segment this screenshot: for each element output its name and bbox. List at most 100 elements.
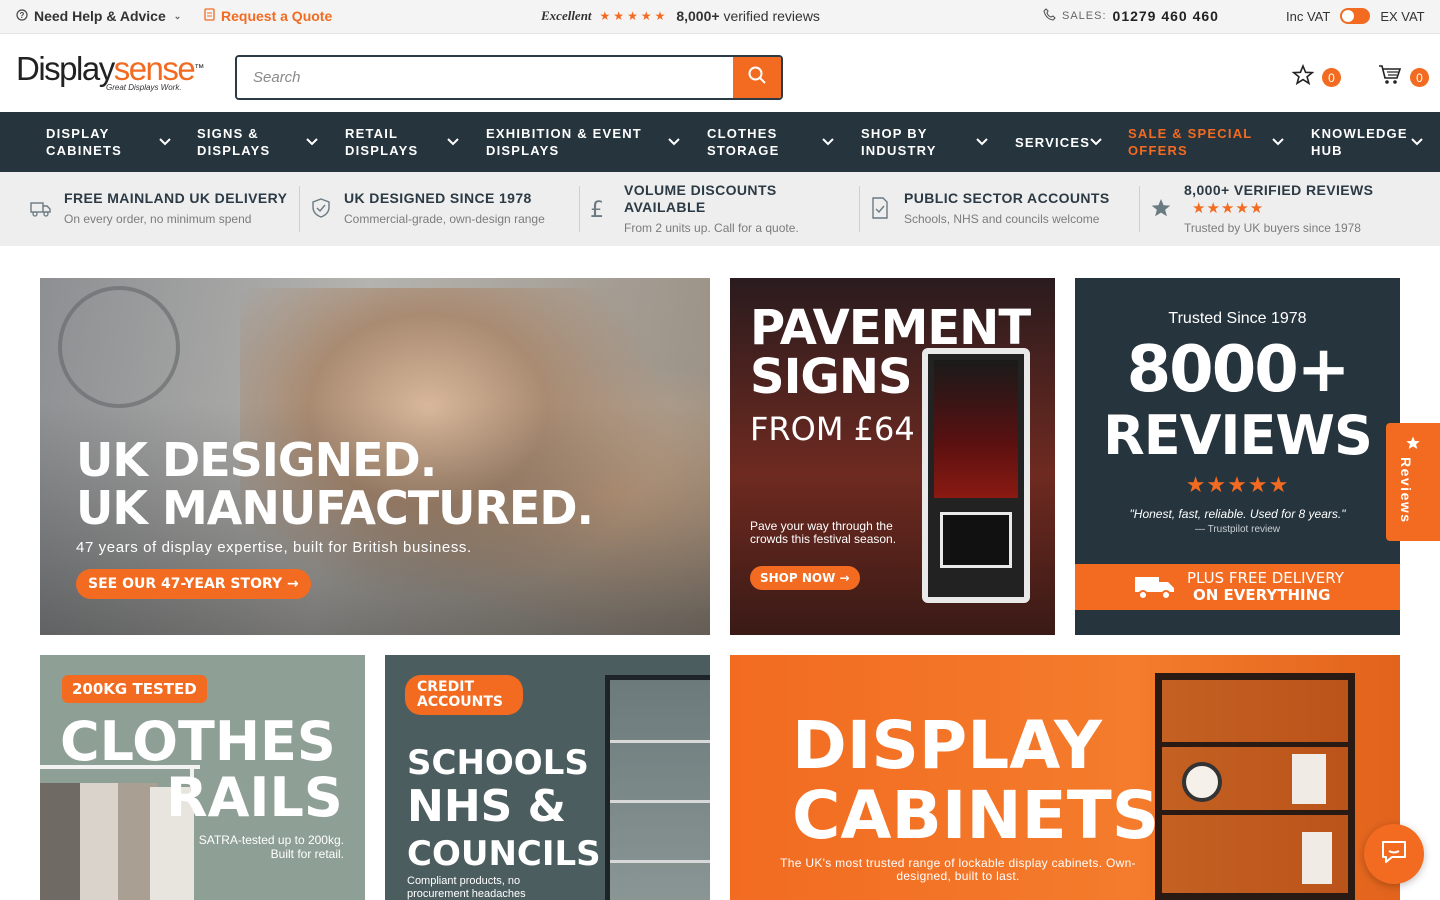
document-check-icon: [870, 197, 890, 224]
live-chat-button[interactable]: [1364, 824, 1424, 884]
chevron-down-icon: ⌄: [173, 10, 182, 21]
sales-phone[interactable]: SALES: 01279 460 460: [1043, 8, 1219, 24]
rating-summary[interactable]: Excellent ★★★★★ 8,000+ verified reviews: [541, 8, 820, 24]
pavement-subtext: Pave your way through the crowds this fe…: [750, 519, 897, 546]
nav-label-line1: Sale & Special: [1128, 126, 1253, 141]
nav-signs-displays[interactable]: Signs & Displays: [197, 112, 323, 172]
chevron-down-icon: [1410, 134, 1424, 152]
trophy-cabinet-illustration: [605, 675, 710, 900]
schools-subtext: Compliant products, no procurement heada…: [407, 875, 526, 900]
nav-label-line2: Industry: [861, 143, 937, 158]
free-delivery-text: PLUS FREE DELIVERY ON EVERYTHING: [1187, 570, 1344, 604]
cabinets-subtext: The UK's most trusted range of lockable …: [780, 856, 1136, 883]
nav-label-line2: Displays: [345, 143, 419, 158]
request-quote-label: Request a Quote: [221, 8, 333, 24]
nav-display-cabinets[interactable]: Display Cabinets: [46, 112, 176, 172]
logo-tagline: Great Displays Work.: [106, 83, 182, 92]
nav-label-line1: Shop by: [861, 126, 928, 141]
usp-public-sector: Public sector accounts Schools, NHS and …: [870, 172, 1130, 246]
reviews-tab-label: Reviews: [1398, 457, 1414, 524]
cart-button[interactable]: 0: [1378, 64, 1429, 91]
hero-banner[interactable]: UK DESIGNED. UK MANUFACTURED. 47 years o…: [40, 278, 710, 635]
rails-line2: RAILS: [166, 766, 343, 829]
rails-subtext: SATRA-tested up to 200kg. Built for reta…: [198, 833, 344, 861]
hero-line2: UK MANUFACTURED.: [76, 481, 594, 535]
reviews-side-tab[interactable]: Reviews: [1386, 423, 1440, 541]
free-delivery-strip: PLUS FREE DELIVERY ON EVERYTHING: [1075, 564, 1400, 610]
rails-line1: CLOTHES: [60, 710, 336, 773]
usp-title: Volume discounts available: [624, 182, 777, 215]
nav-exhibition-event-displays[interactable]: Exhibition & Event Displays: [486, 112, 686, 172]
need-help-dropdown[interactable]: ? Need Help & Advice ⌄: [16, 8, 181, 24]
nav-label-line1: Retail: [345, 126, 399, 141]
usp-divider: [299, 186, 300, 232]
nav-retail-displays[interactable]: Retail Displays: [345, 112, 463, 172]
clothes-rails-banner[interactable]: 200KG TESTED CLOTHES RAILS SATRA-tested …: [40, 655, 365, 900]
cabinets-line1: DISPLAY: [792, 707, 1102, 784]
reviews-quote: "Honest, fast, reliable. Used for 8 year…: [1129, 507, 1346, 521]
search-input[interactable]: [237, 57, 733, 98]
chevron-down-icon: [667, 134, 681, 152]
star-icon: [1291, 63, 1315, 91]
reviews-banner[interactable]: Trusted Since 1978 8000+ REVIEWS ★★★★★ "…: [1075, 278, 1400, 635]
inc-vat-label: Inc VAT: [1286, 8, 1331, 24]
search-bar: [235, 55, 783, 100]
reviews-suffix: verified reviews: [723, 8, 820, 24]
rating-word: Excellent: [541, 8, 592, 23]
chat-icon: [1380, 839, 1408, 870]
reviews-count-text: 8,000+ verified reviews: [676, 8, 820, 24]
pavement-signs-banner[interactable]: PAVEMENT SIGNS FROM £64 Pave your way th…: [730, 278, 1055, 635]
search-button[interactable]: [733, 57, 781, 98]
nav-label-line1: Signs &: [197, 126, 259, 141]
schools-nhs-councils-banner[interactable]: CREDIT ACCOUNTS SCHOOLS NHS & COUNCILS C…: [385, 655, 710, 900]
reviews-trusted-since: Trusted Since 1978: [1168, 310, 1307, 327]
pavement-price: FROM £64: [750, 410, 915, 448]
usp-sub: From 2 units up. Call for a quote.: [624, 221, 799, 235]
request-quote-link[interactable]: Request a Quote: [204, 8, 332, 24]
chevron-down-icon: [158, 134, 172, 152]
nav-clothes-storage[interactable]: Clothes Storage: [707, 112, 839, 172]
vat-switch: Inc VAT EX VAT: [1286, 8, 1425, 24]
usp-title: Public sector accounts: [904, 190, 1110, 206]
usp-title: UK designed since 1978: [344, 190, 532, 206]
cart-icon: [1378, 64, 1402, 91]
hero-cta-button[interactable]: SEE OUR 47-YEAR STORY →: [76, 569, 311, 599]
shield-check-icon: [310, 197, 332, 224]
usp-sub: On every order, no minimum spend: [64, 212, 252, 226]
delivery-line2: ON EVERYTHING: [1193, 586, 1331, 604]
wishlist-button[interactable]: 0: [1291, 63, 1341, 91]
schools-badge: CREDIT ACCOUNTS: [405, 675, 523, 715]
usp-stars: ★★★★★: [1192, 200, 1265, 217]
usp-divider: [859, 186, 860, 232]
usp-volume-discounts: £ Volume discounts available From 2 unit…: [590, 172, 850, 246]
usp-sub: Trusted by UK buyers since 1978: [1184, 221, 1361, 235]
pavement-cta-button[interactable]: SHOP NOW →: [750, 566, 860, 590]
nav-label-line2: Displays: [486, 143, 560, 158]
usp-free-delivery: Free mainland UK delivery On every order…: [30, 172, 290, 246]
nav-shop-by-industry[interactable]: Shop by Industry: [861, 112, 993, 172]
nav-label-line2: Displays: [197, 143, 271, 158]
nav-label-line1: Knowledge: [1311, 126, 1408, 141]
schools-line3: COUNCILS: [407, 834, 601, 874]
usp-verified-reviews: 8,000+ verified reviews ★★★★★ Trusted by…: [1150, 172, 1410, 246]
nav-sale-special-offers[interactable]: Sale & Special Offers: [1128, 112, 1290, 172]
nav-label-line1: Services: [1015, 134, 1091, 150]
cart-count-badge: 0: [1410, 68, 1429, 87]
site-logo[interactable]: Displaysense™ Great Displays Work.: [16, 52, 206, 96]
vat-toggle[interactable]: [1340, 8, 1371, 24]
rating-stars: ★★★★★: [599, 9, 669, 23]
delivery-truck-icon: [1133, 574, 1177, 605]
hero-line1: UK DESIGNED.: [76, 433, 437, 487]
star-icon: [1405, 435, 1421, 456]
nav-services[interactable]: Services: [1015, 112, 1107, 172]
usp-sub: Commercial-grade, own-design range: [344, 212, 545, 226]
logo-tm: ™: [194, 63, 205, 74]
hero-subtext: 47 years of display expertise, built for…: [76, 539, 472, 556]
logo-display: Display: [16, 50, 115, 87]
nav-knowledge-hub[interactable]: Knowledge Hub: [1311, 112, 1429, 172]
nav-label-line2: Storage: [707, 143, 780, 158]
usp-divider: [1139, 186, 1140, 232]
cabinets-headline: DISPLAY CABINETS: [792, 711, 1159, 851]
usp-strip: Free mainland UK delivery On every order…: [0, 172, 1440, 246]
display-cabinets-banner[interactable]: DISPLAY CABINETS The UK's most trusted r…: [730, 655, 1400, 900]
